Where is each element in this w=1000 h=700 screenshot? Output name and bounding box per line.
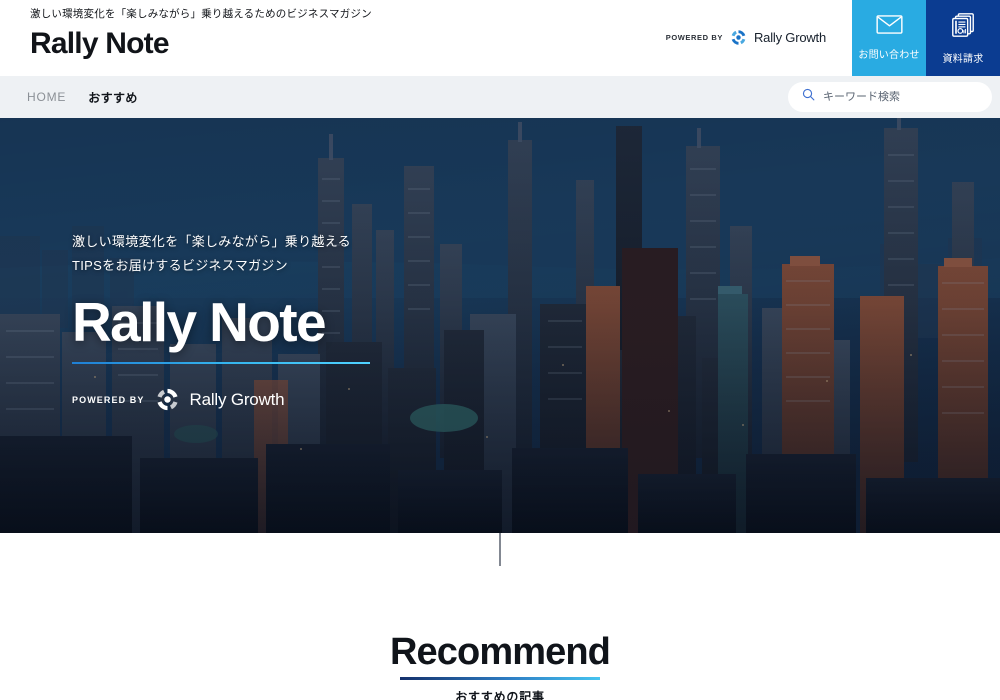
rally-growth-swirl-icon [155,387,180,412]
document-request-button-label: 資料請求 [942,53,984,65]
contact-button[interactable]: お問い合わせ [852,0,926,76]
envelope-icon [875,15,903,39]
search-box[interactable] [788,82,992,112]
hero-section: 激しい環境変化を「楽しみながら」乗り越える TIPSをお届けするビジネスマガジン… [0,118,1000,533]
powered-by-label: POWERED BY [665,33,723,42]
nav-item-recommend[interactable]: おすすめ [88,89,138,106]
document-request-button[interactable]: 資料請求 [926,0,1000,76]
hero-lead-line-2: TIPSをお届けするビジネスマガジン [72,258,288,274]
documents-icon [950,12,976,43]
nav-item-home[interactable]: HOME [27,90,66,104]
hero-title-underline [72,362,370,365]
header-cta-group: お問い合わせ 資料請求 [852,0,1000,76]
nav-link-list: HOME おすすめ [27,89,138,106]
hero-powered-by-name: Rally Growth [189,389,285,409]
main-navigation: HOME おすすめ [0,76,1000,118]
hero-powered-by: POWERED BY Rally Growth [72,387,370,412]
search-input[interactable] [823,91,978,103]
brand-block[interactable]: 激しい環境変化を「楽しみながら」乗り越えるためのビジネスマガジン Rally N… [30,8,372,59]
scroll-indicator-line [499,533,501,566]
contact-button-label: お問い合わせ [858,50,920,61]
recommend-heading: Recommend [390,631,611,673]
site-header: 激しい環境変化を「楽しみながら」乗り越えるためのビジネスマガジン Rally N… [0,0,1000,76]
hero-content: 激しい環境変化を「楽しみながら」乗り越える TIPSをお届けするビジネスマガジン… [72,230,370,412]
site-tagline: 激しい環境変化を「楽しみながら」乗り越えるためのビジネスマガジン [30,8,372,20]
hero-lead-line-1: 激しい環境変化を「楽しみながら」乗り越える [72,234,351,249]
powered-by-name: Rally Growth [753,30,826,45]
rally-growth-swirl-icon [730,29,747,46]
header-powered-by: POWERED BY Rally Growth [666,29,826,46]
site-logo-text: Rally Note [30,26,170,60]
hero-title: Rally Note [72,291,327,354]
hero-powered-by-label: POWERED BY [72,394,145,405]
search-icon [802,88,815,106]
recommend-heading-underline [400,677,600,680]
recommend-subheading: おすすめの記事 [455,690,545,700]
page-root: 激しい環境変化を「楽しみながら」乗り越えるためのビジネスマガジン Rally N… [0,0,1000,700]
